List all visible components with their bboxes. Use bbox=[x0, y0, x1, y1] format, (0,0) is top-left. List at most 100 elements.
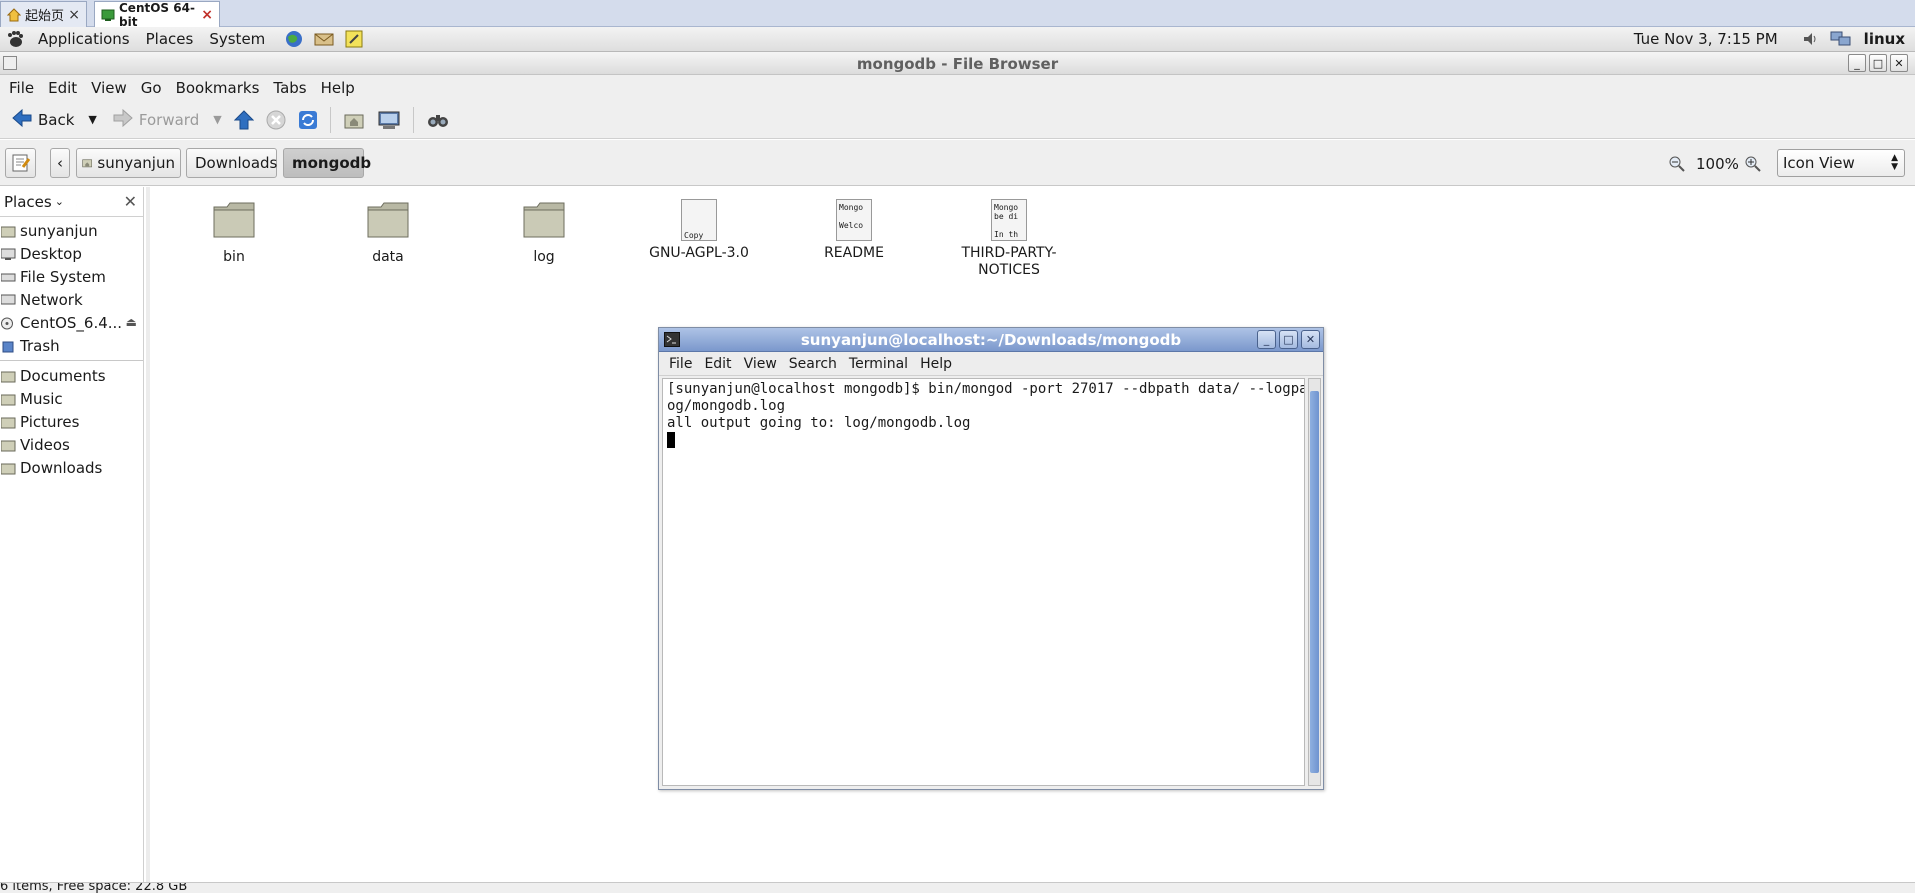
menu-file[interactable]: File bbox=[2, 79, 41, 97]
vm-tab-home[interactable]: 起始页 × bbox=[0, 1, 87, 27]
file-name: log bbox=[533, 249, 555, 265]
up-button[interactable] bbox=[228, 104, 260, 136]
terminal-titlebar[interactable]: sunyanjun@localhost:~/Downloads/mongodb … bbox=[659, 328, 1323, 352]
chevron-down-icon[interactable]: ▼ bbox=[213, 113, 221, 126]
stop-button[interactable] bbox=[260, 104, 292, 136]
window-titlebar[interactable]: mongodb - File Browser _ □ ✕ bbox=[0, 52, 1915, 75]
preview-line: be di bbox=[994, 212, 1019, 221]
sidebar-divider bbox=[0, 360, 143, 361]
sidebar-item-music[interactable]: Music bbox=[0, 387, 143, 410]
minimize-button[interactable]: _ bbox=[1848, 54, 1866, 72]
maximize-button[interactable]: □ bbox=[1279, 330, 1298, 349]
crumb-mongodb[interactable]: mongodb bbox=[283, 148, 371, 178]
user-name[interactable]: linux bbox=[1856, 30, 1915, 48]
sidebar-item-downloads[interactable]: Downloads bbox=[0, 456, 143, 479]
terminal-scrollbar[interactable] bbox=[1308, 378, 1321, 786]
menu-view[interactable]: View bbox=[738, 356, 783, 372]
zoom-in-icon[interactable] bbox=[1744, 155, 1762, 177]
chevron-down-icon[interactable]: ▼ bbox=[88, 113, 96, 126]
sidebar-item-videos[interactable]: Videos bbox=[0, 433, 143, 456]
computer-button[interactable] bbox=[371, 104, 407, 136]
gnome-foot-icon[interactable] bbox=[4, 28, 26, 50]
menu-bookmarks[interactable]: Bookmarks bbox=[169, 79, 267, 97]
sidebar: Places ⌄ ✕ sunyanjun Desktop File System… bbox=[0, 187, 144, 882]
edit-location-icon bbox=[12, 154, 30, 172]
home-button[interactable] bbox=[337, 104, 371, 136]
top-panel: Applications Places System Tue Nov 3, 7:… bbox=[0, 27, 1915, 52]
web-browser-icon[interactable] bbox=[283, 28, 305, 50]
chevron-down-icon[interactable]: ⌄ bbox=[55, 195, 64, 208]
view-mode-select[interactable]: Icon View ▲ ▼ bbox=[1777, 149, 1905, 177]
home-folder-icon bbox=[82, 159, 93, 168]
vm-tab-label: 起始页 bbox=[25, 9, 65, 24]
close-button[interactable]: ✕ bbox=[1301, 330, 1320, 349]
close-icon[interactable]: × bbox=[201, 7, 213, 23]
file-item-log[interactable]: log bbox=[489, 199, 599, 265]
menu-help[interactable]: Help bbox=[314, 79, 362, 97]
folder-icon bbox=[0, 438, 16, 452]
crumb-label: mongodb bbox=[292, 154, 372, 172]
sidebar-item-pictures[interactable]: Pictures bbox=[0, 410, 143, 433]
sidebar-item-file-system[interactable]: File System bbox=[0, 265, 143, 288]
terminal-output[interactable]: [sunyanjun@localhost mongodb]$ bin/mongo… bbox=[662, 378, 1305, 786]
home-folder-icon bbox=[344, 114, 364, 128]
file-item-readme[interactable]: Mongo Welco README bbox=[799, 199, 909, 261]
crumb-downloads[interactable]: Downloads bbox=[186, 148, 277, 178]
sidebar-item-label: CentOS_6.4... bbox=[20, 313, 123, 332]
scrollbar-thumb[interactable] bbox=[1310, 391, 1319, 773]
clock[interactable]: Tue Nov 3, 7:15 PM bbox=[1626, 30, 1786, 48]
toggle-location-button[interactable] bbox=[5, 148, 36, 178]
sidebar-mode-select[interactable]: Places bbox=[4, 193, 52, 211]
volume-icon[interactable] bbox=[1800, 28, 1822, 50]
notes-icon[interactable] bbox=[343, 28, 365, 50]
terminal-line: all output going to: log/mongodb.log bbox=[667, 415, 971, 431]
crumb-scroll-left-button[interactable]: ‹ bbox=[50, 148, 70, 178]
close-button[interactable]: ✕ bbox=[1890, 54, 1908, 72]
crumb-sunyanjun[interactable]: sunyanjun bbox=[76, 148, 181, 178]
file-item-gnu-agpl[interactable]: Copy GNU-AGPL-3.0 bbox=[644, 199, 754, 261]
close-icon[interactable]: ✕ bbox=[124, 192, 137, 211]
file-item-data[interactable]: data bbox=[333, 199, 443, 265]
menu-edit[interactable]: Edit bbox=[41, 79, 84, 97]
menu-search[interactable]: Search bbox=[783, 356, 843, 372]
places-menu[interactable]: Places bbox=[138, 30, 202, 48]
search-button[interactable] bbox=[420, 104, 456, 136]
back-button[interactable]: Back ▼ bbox=[6, 104, 103, 136]
menu-terminal[interactable]: Terminal bbox=[843, 356, 914, 372]
menu-edit[interactable]: Edit bbox=[698, 356, 737, 372]
mail-icon[interactable] bbox=[313, 28, 335, 50]
menu-help[interactable]: Help bbox=[914, 356, 958, 372]
system-menu[interactable]: System bbox=[201, 30, 273, 48]
menu-file[interactable]: File bbox=[663, 356, 698, 372]
sidebar-item-sunyanjun[interactable]: sunyanjun bbox=[0, 219, 143, 242]
sidebar-item-documents[interactable]: Documents bbox=[0, 364, 143, 387]
folder-icon bbox=[489, 199, 599, 245]
close-icon[interactable]: × bbox=[68, 7, 80, 23]
sidebar-item-network[interactable]: Network bbox=[0, 288, 143, 311]
reload-button[interactable] bbox=[292, 104, 324, 136]
menu-view[interactable]: View bbox=[84, 79, 134, 97]
status-bar: 6 items, Free space: 22.8 GB bbox=[0, 882, 1915, 893]
terminal-window[interactable]: sunyanjun@localhost:~/Downloads/mongodb … bbox=[658, 327, 1324, 790]
eject-icon[interactable]: ⏏ bbox=[126, 315, 137, 329]
preview-line bbox=[684, 203, 714, 212]
file-item-third-party-notices[interactable]: Mongo be di In th THIRD-PARTY- NOTICES bbox=[954, 199, 1064, 279]
trash-icon bbox=[1, 339, 16, 353]
file-item-bin[interactable]: bin bbox=[179, 199, 289, 265]
sidebar-item-label: Documents bbox=[20, 366, 106, 385]
menu-go[interactable]: Go bbox=[134, 79, 169, 97]
vm-tab-centos[interactable]: CentOS 64-bit × bbox=[94, 1, 220, 29]
folder-icon bbox=[0, 392, 16, 406]
zoom-out-icon[interactable] bbox=[1668, 155, 1686, 177]
forward-button[interactable]: Forward ▼ bbox=[107, 104, 228, 136]
applications-menu[interactable]: Applications bbox=[30, 30, 138, 48]
sidebar-item-centos-disc[interactable]: CentOS_6.4... ⏏ bbox=[0, 311, 143, 334]
sidebar-item-desktop[interactable]: Desktop bbox=[0, 242, 143, 265]
network-icon[interactable] bbox=[1830, 28, 1852, 50]
menu-tabs[interactable]: Tabs bbox=[266, 79, 313, 97]
minimize-button[interactable]: _ bbox=[1257, 330, 1276, 349]
text-cursor bbox=[667, 432, 675, 448]
maximize-button[interactable]: □ bbox=[1869, 54, 1887, 72]
toolbar-separator bbox=[412, 106, 414, 133]
sidebar-item-trash[interactable]: Trash bbox=[0, 334, 143, 357]
